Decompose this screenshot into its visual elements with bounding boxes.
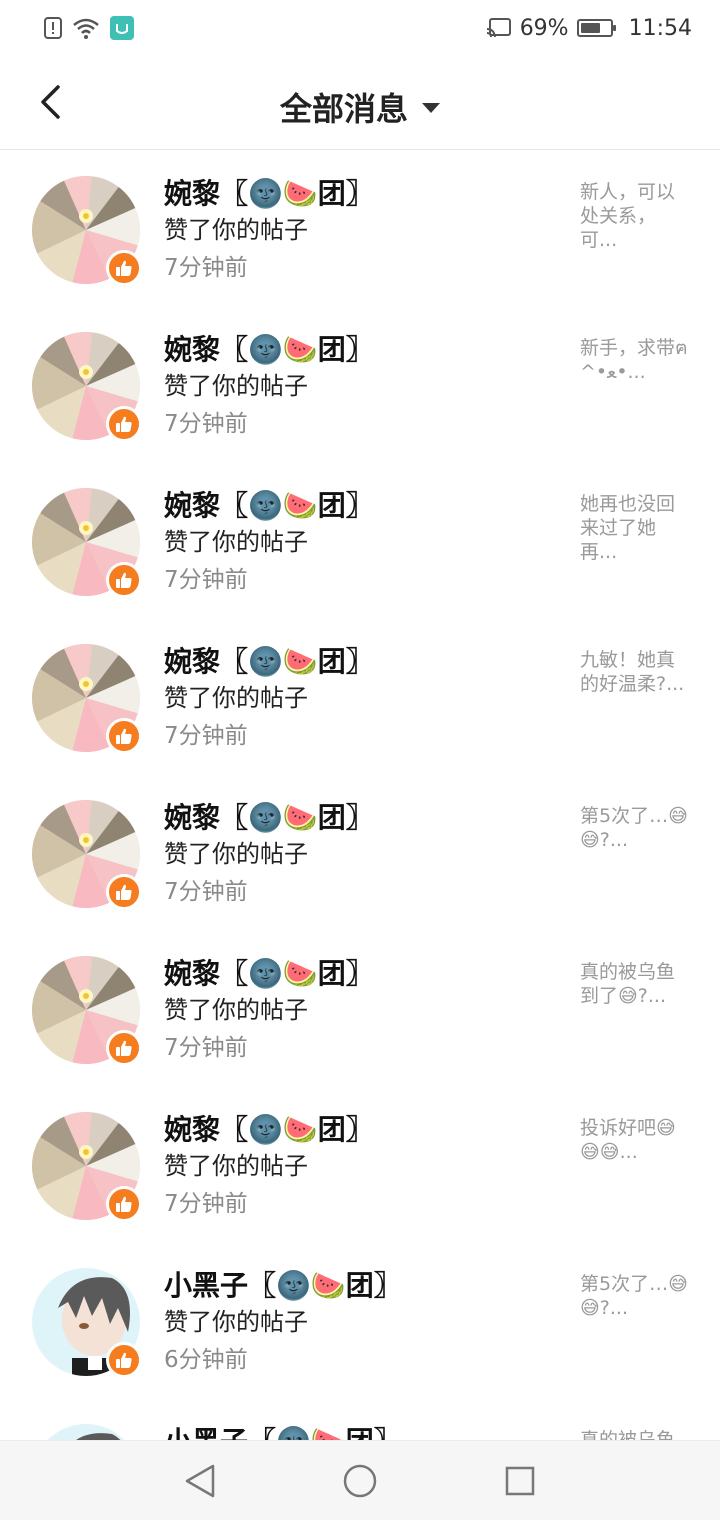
post-preview[interactable]: 第5次了…😅😅?... (580, 1272, 688, 1320)
notification-action: 赞了你的帖子 (164, 1308, 308, 1336)
header: 全部消息 (0, 56, 720, 150)
notification-time: 7分钟前 (164, 567, 248, 593)
notification-item[interactable]: 婉黎〖🌚🍉团〗赞了你的帖子 7分钟前 第5次了…😅😅?... (0, 774, 720, 930)
battery-level (580, 23, 600, 33)
notification-action: 赞了你的帖子 (164, 528, 308, 556)
notification-action: 赞了你的帖子 (164, 840, 308, 868)
notification-item[interactable]: 小黑子〖🌚🍉团〗赞了你的帖子 6分钟前 第5次了…😅😅?... (0, 1242, 720, 1398)
status-right: 69% 11:54 (486, 16, 692, 41)
sender-name: 婉黎〖🌚🍉团〗 (164, 801, 374, 834)
notification-time: 7分钟前 (164, 723, 248, 749)
mi-app-icon (110, 16, 134, 40)
sender-name: 小黑子〖🌚🍉团〗 (164, 1424, 402, 1440)
triangle-back-icon (185, 1464, 215, 1497)
avatar-wrapper[interactable] (32, 488, 142, 598)
thumbs-up-icon (106, 1030, 142, 1066)
alert-icon (44, 17, 62, 39)
circle-home-icon (343, 1464, 377, 1497)
notification-list[interactable]: 婉黎〖🌚🍉团〗 赞了你的帖子 7分钟前 新人，可以处关系，可... 婉黎〖🌚🍉团〗 赞了… (0, 150, 720, 1440)
sender-name: 婉黎〖🌚🍉团〗 (164, 645, 374, 678)
clock: 11:54 (628, 15, 692, 41)
avatar-wrapper[interactable] (32, 176, 142, 286)
wifi-icon (72, 17, 100, 39)
thumbs-up-icon (106, 562, 142, 598)
page-title: 全部消息 (279, 90, 408, 128)
cast-icon (486, 17, 512, 39)
sender-name: 婉黎〖🌚🍉团〗 (164, 489, 374, 522)
nav-back-button[interactable] (170, 1451, 230, 1511)
notification-item[interactable]: 婉黎〖🌚🍉团〗赞了你的帖子 7分钟前 新手，求带ฅ^•ﻌ•... (0, 306, 720, 462)
notification-item[interactable]: 婉黎〖🌚🍉团〗赞了你的帖子 7分钟前 她再也没回来过了她再... (0, 462, 720, 618)
sender-name: 小黑子〖🌚🍉团〗 (164, 1269, 402, 1302)
post-preview[interactable]: 新手，求带ฅ^•ﻌ•... (580, 336, 688, 384)
sender-name: 婉黎〖🌚🍉团〗 (164, 957, 374, 990)
avatar-wrapper[interactable] (32, 800, 142, 910)
notification-item[interactable]: 小黑子〖🌚🍉团〗 真的被乌鱼 (0, 1398, 720, 1440)
system-nav-bar (0, 1440, 720, 1520)
post-preview[interactable]: 真的被乌鱼到了😅?... (580, 960, 688, 1008)
notification-action: 赞了你的帖子 (164, 216, 308, 244)
post-preview[interactable]: 投诉好吧😅😅😅... (580, 1116, 688, 1164)
message-filter-dropdown[interactable]: 全部消息 (0, 84, 720, 130)
thumbs-up-icon (106, 718, 142, 754)
sender-name: 婉黎〖🌚🍉团〗 (164, 333, 374, 366)
thumbs-up-icon (106, 874, 142, 910)
post-preview[interactable]: 新人，可以处关系，可... (580, 180, 688, 252)
status-left-icons (44, 16, 134, 40)
avatar-wrapper[interactable] (32, 1112, 142, 1222)
thumbs-up-icon (106, 406, 142, 442)
notification-item[interactable]: 婉黎〖🌚🍉团〗赞了你的帖子 7分钟前 投诉好吧😅😅😅... (0, 1086, 720, 1242)
avatar[interactable] (32, 1424, 140, 1440)
avatar-wrapper[interactable] (32, 644, 142, 754)
avatar-wrapper[interactable] (32, 956, 142, 1066)
notification-time: 7分钟前 (164, 1191, 248, 1217)
notification-time: 7分钟前 (164, 255, 248, 281)
caret-down-icon (422, 103, 440, 113)
notification-time: 7分钟前 (164, 879, 248, 905)
notification-action: 赞了你的帖子 (164, 372, 308, 400)
sender-name: 婉黎〖🌚🍉团〗 (164, 1113, 374, 1146)
avatar-wrapper[interactable] (32, 332, 142, 442)
thumbs-up-icon (106, 1342, 142, 1378)
battery-icon (576, 19, 616, 37)
battery-percent: 69% (519, 15, 569, 41)
post-preview[interactable]: 九敏！她真的好温柔?... (580, 648, 688, 696)
notification-time: 6分钟前 (164, 1347, 248, 1373)
avatar-wrapper[interactable] (32, 1268, 142, 1378)
sender-name: 婉黎〖🌚🍉团〗 (164, 177, 374, 210)
notification-item[interactable]: 婉黎〖🌚🍉团〗赞了你的帖子 7分钟前 真的被乌鱼到了😅?... (0, 930, 720, 1086)
nav-recents-button[interactable] (490, 1451, 550, 1511)
notification-action: 赞了你的帖子 (164, 996, 308, 1024)
nav-home-button[interactable] (330, 1451, 390, 1511)
status-bar: 69% 11:54 (0, 0, 720, 56)
notification-action: 赞了你的帖子 (164, 1152, 308, 1180)
notification-time: 7分钟前 (164, 411, 248, 437)
notification-action: 赞了你的帖子 (164, 684, 308, 712)
avatar-wrapper[interactable] (32, 1424, 140, 1440)
post-preview[interactable]: 真的被乌鱼 (580, 1428, 688, 1440)
notification-item[interactable]: 婉黎〖🌚🍉团〗赞了你的帖子 7分钟前 九敏！她真的好温柔?... (0, 618, 720, 774)
thumbs-up-icon (106, 1186, 142, 1222)
post-preview[interactable]: 她再也没回来过了她再... (580, 492, 688, 564)
notification-time: 7分钟前 (164, 1035, 248, 1061)
thumbs-up-icon (106, 250, 142, 286)
notification-item[interactable]: 婉黎〖🌚🍉团〗赞了你的帖子 7分钟前 新人，可以处关系，可... (0, 150, 720, 306)
square-recents-icon (505, 1466, 535, 1495)
post-preview[interactable]: 第5次了…😅😅?... (580, 804, 688, 852)
